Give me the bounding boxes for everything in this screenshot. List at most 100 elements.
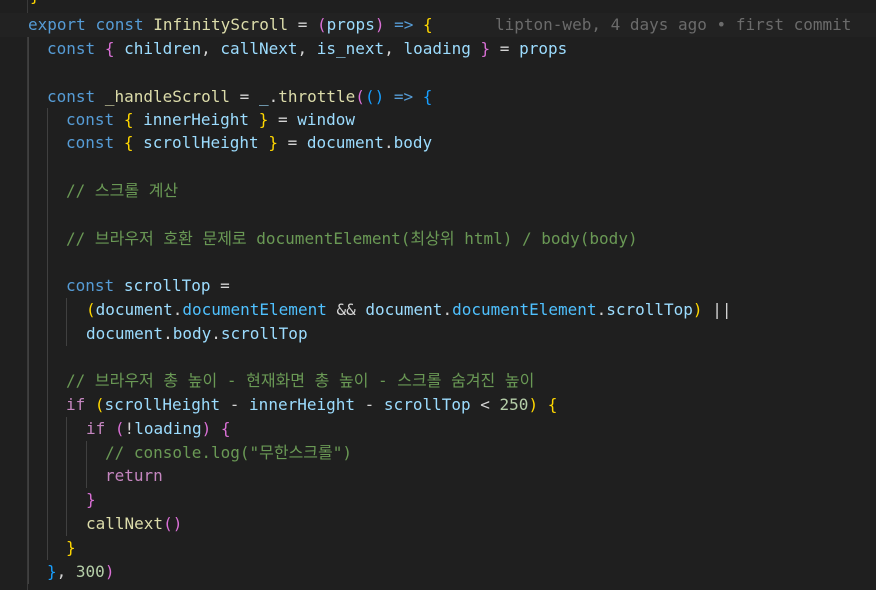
method-throttle: throttle [278,87,356,106]
code-line-14[interactable]: document.body.scrollTop [0,322,308,346]
condition-open-paren: ( [114,419,125,438]
code-line-3[interactable] [0,61,39,85]
var-scrollTop: scrollTop [383,395,471,414]
code-line-12[interactable]: const scrollTop = [0,274,230,298]
comma: , [201,39,221,58]
indent-guide [28,369,29,393]
dot: . [596,300,607,319]
code-line-13[interactable]: (document.documentElement && document.do… [0,298,731,322]
indent-guide [28,322,29,346]
keyword-export: export [28,15,86,34]
code-line-16[interactable]: // 브라우저 총 높이 - 현재화면 총 높이 - 스크롤 숨겨진 높이 [0,369,534,393]
var-props: props [519,39,568,58]
code-line-15[interactable] [0,346,48,370]
code-line-24[interactable]: }, 300) [0,560,114,584]
indent-guide [86,464,87,488]
component-name: InfinityScroll [153,15,289,34]
call-callNext: callNext [86,514,164,533]
dot: . [172,300,183,319]
assign-operator: = [277,133,307,152]
indent-guide [28,560,29,584]
destructure-open-brace: { [104,39,115,58]
arrow-operator: => [384,87,423,106]
var-children: children [124,39,202,58]
indent-guide [47,369,48,393]
indent-guide [28,179,29,203]
and-operator: && [326,300,366,319]
indent-guide [47,322,48,346]
code-line-1[interactable]: export const InfinityScroll = (props) =>… [0,13,876,37]
indent-guide [66,512,67,536]
code-line-10[interactable]: // 브라우저 호환 문제로 documentElement(최상위 html)… [0,227,638,251]
indent-guide [66,441,67,465]
indent-guide [47,393,48,417]
callback-close-brace: } [47,562,57,581]
indent-guide [28,85,29,109]
indent-guide [47,488,48,512]
code-line-20[interactable]: return [0,464,163,488]
indent-guide [47,346,48,370]
indent-guide [28,536,29,560]
condition-close-paren: ) [528,395,539,414]
call-open-paren: ( [355,87,365,106]
code-line-22[interactable]: callNext() [0,512,182,536]
code-line-11[interactable] [0,251,48,275]
var-is-next: is_next [316,39,385,58]
indent-guide [47,131,48,155]
destructure-close-brace: } [258,110,269,129]
destructure-open-brace: { [123,110,134,129]
indent-guide [86,441,87,465]
indent-guide [28,61,29,85]
keyword-const: const [66,110,115,129]
call-parens: () [163,514,183,533]
indent-guide [28,464,29,488]
comma: , [384,39,404,58]
param-open-paren: ( [317,15,327,34]
assign-operator: = [210,276,230,295]
dot: . [211,324,221,343]
indent-guide [28,37,29,61]
destructure-close-brace: } [268,133,278,152]
indent-guide [66,322,67,346]
destructure-close-brace: } [480,39,491,58]
keyword-const: const [66,133,115,152]
var-loading: loading [403,39,471,58]
function-open-brace: { [423,15,433,34]
indent-guide [28,441,29,465]
code-line-19[interactable]: // console.log("무한스크롤") [0,441,352,465]
var-document: document [306,133,384,152]
var-loading: loading [134,419,202,438]
prop-documentElement: documentElement [452,300,597,319]
code-line-2[interactable]: const { children, callNext, is_next, loa… [0,37,567,61]
indent-guide [47,203,48,227]
callback-open-brace: { [422,87,433,106]
indent-guide [47,512,48,536]
less-than-operator: < [470,395,500,414]
code-line-6[interactable]: const { scrollHeight } = document.body [0,131,432,155]
code-line-18[interactable]: if (!loading) { [0,417,231,441]
minus-operator: - [220,395,250,414]
code-line-9[interactable] [0,203,48,227]
code-line-4[interactable]: const _handleScroll = _.throttle(() => { [0,85,432,109]
indent-guide [28,108,29,132]
code-line-7[interactable] [0,155,48,179]
indent-guide [28,393,29,417]
indent-guide [47,417,48,441]
condition-close-paren: ) [201,419,212,438]
prop-body: body [172,324,212,343]
code-line-23[interactable]: } [0,536,76,560]
indent-guide [28,417,29,441]
indent-guide [28,488,29,512]
code-line-17[interactable]: if (scrollHeight - innerHeight - scrollT… [0,393,557,417]
code-editor[interactable]: } export const InfinityScroll = (props) … [0,0,876,590]
number-literal: 300 [75,562,105,581]
keyword-if: if [66,395,86,414]
var-innerHeight: innerHeight [143,110,250,129]
indent-guide [28,346,29,370]
code-line-8[interactable]: // 스크롤 계산 [0,179,178,203]
code-line-21[interactable]: } [0,488,96,512]
var-callNext: callNext [220,39,298,58]
keyword-const: const [47,39,96,58]
code-line-5[interactable]: const { innerHeight } = window [0,108,355,132]
arrow-params: () [364,87,385,106]
